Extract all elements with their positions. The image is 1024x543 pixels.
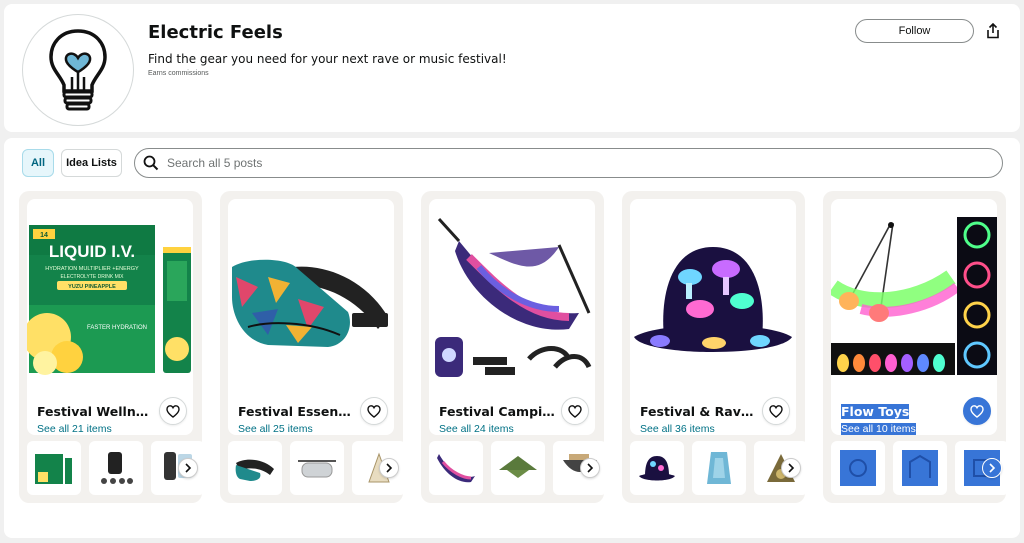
thumbnail-item[interactable]	[89, 441, 143, 495]
search-input[interactable]	[167, 156, 941, 170]
collection-card-festival-camping[interactable]: Festival Camping See all 24 items	[421, 191, 604, 503]
kimono-thumbnail	[707, 452, 731, 484]
bottle-thumbnail	[101, 452, 133, 484]
thumbnail-item[interactable]	[630, 441, 684, 495]
earns-commissions-label: Earns commissions	[148, 70, 209, 77]
save-collection-button[interactable]	[762, 397, 790, 425]
thumbnail-item[interactable]	[228, 441, 282, 495]
flow-toy-thumbnail	[902, 450, 938, 486]
save-collection-button[interactable]	[159, 397, 187, 425]
flow-toy-thumbnail	[840, 450, 876, 486]
search-icon	[143, 155, 159, 171]
follow-button[interactable]: Follow	[855, 19, 974, 43]
collection-card-festival-rave[interactable]: Festival & Rave... See all 36 items	[622, 191, 805, 503]
share-icon	[987, 23, 999, 39]
tab-idea-lists[interactable]: Idea Lists	[61, 149, 122, 177]
save-collection-button[interactable]	[360, 397, 388, 425]
collection-see-all-link[interactable]: See all 21 items	[37, 423, 112, 435]
liquid-iv-product-image: 14 LIQUID I.V. HYDRATION MULTIPLIER +ENE…	[27, 225, 191, 375]
collection-name[interactable]: Festival Wellness	[37, 404, 155, 419]
fanny-pack-thumbnail	[235, 459, 274, 481]
thumbnail-row	[27, 441, 202, 495]
store-description: Find the gear you need for your next rav…	[148, 52, 507, 66]
thumbnail-item[interactable]	[27, 441, 81, 495]
chevron-right-icon	[185, 463, 192, 473]
thumbnail-item[interactable]	[429, 441, 483, 495]
heart-icon	[970, 404, 984, 418]
posts-section: All Idea Lists 14 LIQUID I.V. HYDRATION …	[4, 138, 1020, 538]
heart-icon	[166, 404, 180, 418]
liquid-badge: 14	[40, 232, 48, 239]
heart-icon	[367, 404, 381, 418]
collection-see-all-link[interactable]: See all 25 items	[238, 423, 313, 435]
collection-name-text: Flow Toys	[841, 404, 910, 419]
thumbnail-row	[429, 441, 604, 495]
search-bar[interactable]	[134, 148, 1003, 178]
heart-icon	[769, 404, 783, 418]
store-header: Electric Feels Find the gear you need fo…	[4, 4, 1020, 132]
collection-see-all-link[interactable]: See all 36 items	[640, 423, 715, 435]
tarp-thumbnail	[499, 456, 537, 478]
next-thumbnails-button[interactable]	[379, 458, 399, 478]
collection-card-festival-essentials[interactable]: Festival Essentials See all 25 items	[220, 191, 403, 503]
bucket-hat-thumbnail	[639, 456, 675, 481]
chevron-right-icon	[788, 463, 795, 473]
collection-see-all-link[interactable]: See all 24 items	[439, 423, 514, 435]
chevron-right-icon	[587, 463, 594, 473]
next-thumbnails-button[interactable]	[178, 458, 198, 478]
thumbnail-row	[831, 441, 1006, 495]
store-title: Electric Feels	[148, 22, 283, 43]
collection-cover[interactable]: Festival Essentials See all 25 items	[228, 199, 394, 435]
collection-cover[interactable]: Flow Toys See all 10 items	[831, 199, 997, 435]
liquid-line1: HYDRATION MULTIPLIER +ENERGY	[45, 266, 139, 272]
chevron-right-icon	[386, 463, 393, 473]
fanny-pack-product-image	[232, 259, 388, 347]
collection-name[interactable]: Festival Essentials	[238, 404, 356, 419]
bucket-hat-product-image	[634, 247, 792, 352]
hammock-product-image	[435, 217, 592, 377]
silver-fanny-pack-thumbnail	[298, 460, 336, 478]
thumbnail-item[interactable]	[290, 441, 344, 495]
heart-icon	[568, 404, 582, 418]
next-thumbnails-button[interactable]	[580, 458, 600, 478]
chevron-right-icon	[989, 463, 996, 473]
liquid-line2: ELECTROLYTE DRINK MIX	[61, 274, 125, 280]
thumbnail-item[interactable]	[692, 441, 746, 495]
save-collection-button[interactable]	[963, 397, 991, 425]
flow-toys-product-image	[831, 217, 997, 375]
tab-all[interactable]: All	[22, 149, 54, 177]
store-avatar[interactable]	[22, 14, 134, 126]
next-thumbnails-button[interactable]	[781, 458, 801, 478]
liquid-claim: FASTER HYDRATION	[87, 325, 147, 331]
collection-cover[interactable]: 14 LIQUID I.V. HYDRATION MULTIPLIER +ENE…	[27, 199, 193, 435]
collection-card-festival-wellness[interactable]: 14 LIQUID I.V. HYDRATION MULTIPLIER +ENE…	[19, 191, 202, 503]
thumbnail-item[interactable]	[893, 441, 947, 495]
collection-name[interactable]: Flow Toys	[841, 404, 959, 419]
thumbnail-item[interactable]	[831, 441, 885, 495]
thumbnail-row	[630, 441, 805, 495]
see-all-text: See all 10 items	[841, 423, 916, 435]
liquid-iv-thumbnail	[35, 454, 72, 484]
liquid-flavor: YUZU PINEAPPLE	[68, 284, 116, 290]
liquid-brand: LIQUID I.V.	[49, 242, 135, 261]
collection-card-flow-toys[interactable]: Flow Toys See all 10 items	[823, 191, 1006, 503]
collection-see-all-link[interactable]: See all 10 items	[841, 423, 916, 435]
collection-cover[interactable]: Festival Camping See all 24 items	[429, 199, 595, 435]
next-thumbnails-button[interactable]	[982, 458, 1002, 478]
hammock-thumbnail	[437, 454, 475, 483]
collection-name[interactable]: Festival Camping	[439, 404, 557, 419]
collection-cover[interactable]: Festival & Rave... See all 36 items	[630, 199, 796, 435]
share-button[interactable]	[981, 19, 1005, 43]
collection-name[interactable]: Festival & Rave...	[640, 404, 758, 419]
thumbnail-item[interactable]	[491, 441, 545, 495]
save-collection-button[interactable]	[561, 397, 589, 425]
thumbnail-row	[228, 441, 403, 495]
lightbulb-heart-icon	[49, 29, 107, 111]
